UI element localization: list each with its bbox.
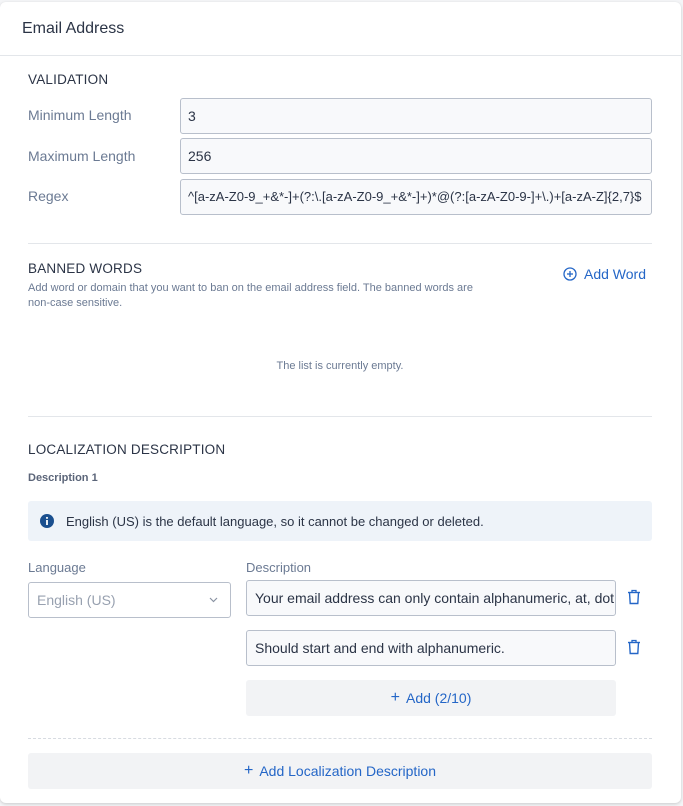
info-text: English (US) is the default language, so… (66, 513, 484, 529)
min-length-input[interactable]: 3 (180, 98, 652, 134)
card-title: Email Address (22, 19, 125, 37)
info-banner: English (US) is the default language, so… (28, 501, 652, 541)
max-length-label: Maximum Length (28, 148, 136, 164)
validation-title: VALIDATION (28, 72, 109, 87)
description-input-2[interactable]: Should start and end with alphanumeric. (246, 630, 616, 666)
max-length-input[interactable]: 256 (180, 138, 652, 174)
banned-words-title: BANNED WORDS (28, 261, 143, 276)
plus-icon: + (244, 762, 254, 779)
regex-label: Regex (28, 188, 69, 204)
dashed-divider (28, 738, 652, 739)
add-word-button[interactable]: Add Word (563, 266, 646, 282)
add-word-label: Add Word (584, 266, 646, 282)
plus-icon: + (390, 689, 400, 706)
divider (28, 416, 652, 417)
language-label: Language (28, 560, 86, 575)
card-header: Email Address (0, 2, 681, 56)
language-select[interactable]: English (US) (28, 582, 231, 618)
add-localization-button[interactable]: + Add Localization Description (28, 753, 652, 789)
email-address-card: Email Address VALIDATION Minimum Length … (0, 2, 681, 803)
description-1-label: Description 1 (28, 472, 98, 484)
description-label: Description (246, 560, 312, 575)
add-localization-label: Add Localization Description (259, 763, 436, 779)
chevron-down-icon (209, 597, 218, 603)
add-description-button[interactable]: + Add (2/10) (246, 680, 616, 716)
info-icon (40, 514, 54, 528)
plus-circle-icon (563, 267, 577, 281)
banned-words-helper: Add word or domain that you want to ban … (28, 282, 473, 309)
min-length-label: Minimum Length (28, 107, 132, 123)
add-description-label: Add (2/10) (405, 690, 472, 706)
regex-input[interactable]: ^[a-zA-Z0-9_+&*-]+(?:\.[a-zA-Z0-9_+&*-]+… (180, 179, 652, 215)
divider (28, 243, 652, 244)
description-input-1[interactable]: Your email address can only contain alph… (246, 580, 616, 616)
empty-list-text: The list is currently empty. (276, 360, 404, 372)
trash-icon[interactable] (627, 589, 641, 605)
localization-title: LOCALIZATION DESCRIPTION (28, 442, 226, 457)
language-value: English (US) (37, 592, 116, 608)
trash-icon[interactable] (627, 639, 641, 655)
